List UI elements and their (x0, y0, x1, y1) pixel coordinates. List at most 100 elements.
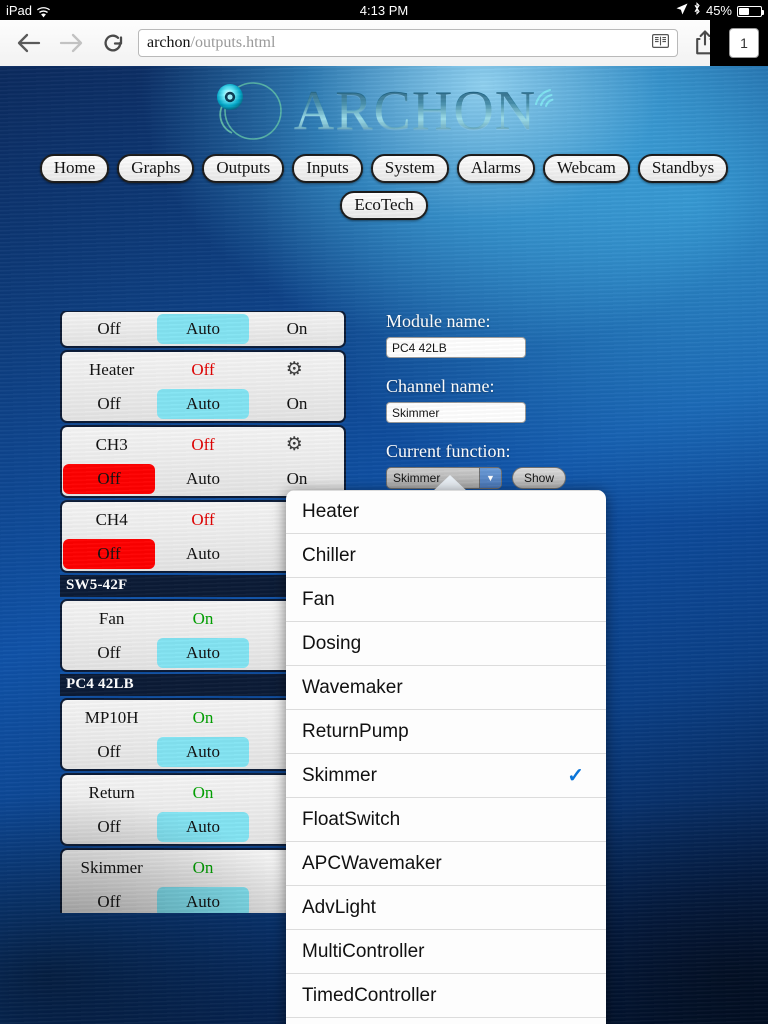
card-header: Heater Off ⚙ (62, 352, 344, 387)
toggle-off[interactable]: Off (63, 737, 155, 767)
address-bar[interactable]: archon /outputs.html (138, 29, 678, 57)
bluetooth-icon (693, 2, 701, 18)
nav-row-primary: Home Graphs Outputs Inputs System Alarms… (0, 154, 768, 183)
nav-item-standbys[interactable]: Standbys (637, 154, 729, 183)
channel-name: Fan (98, 608, 125, 628)
toggle-auto[interactable]: Auto (157, 539, 249, 569)
toggle-auto[interactable]: Auto (157, 887, 249, 913)
channel-name: CH3 (95, 434, 128, 454)
channel-state: On (192, 857, 214, 877)
output-card-partial: Off Auto On (60, 311, 346, 348)
dropdown-option-chiller[interactable]: Chiller (286, 534, 606, 578)
channel-settings-form: Module name: Channel name: Current funct… (386, 311, 716, 489)
option-label: Fan (302, 588, 335, 610)
channel-state: On (192, 782, 214, 802)
nav-item-ecotech[interactable]: EcoTech (340, 191, 428, 220)
channel-name-label: Channel name: (386, 376, 495, 396)
option-label: Chiller (302, 544, 356, 566)
dropdown-option-heater[interactable]: Heater (286, 490, 606, 534)
option-label: FloatSwitch (302, 808, 401, 830)
option-label: Dosing (302, 632, 362, 654)
location-arrow-icon (676, 3, 688, 18)
dropdown-option-apcwavemaker[interactable]: APCWavemaker (286, 842, 606, 886)
nav-item-graphs[interactable]: Graphs (117, 154, 195, 183)
ios-status-bar: iPad 4:13 PM 45% (0, 0, 768, 20)
channel-state: Off (191, 359, 215, 379)
main-nav: Home Graphs Outputs Inputs System Alarms… (0, 154, 768, 228)
function-dropdown-popover: Heater Chiller Fan Dosing Wavemaker Retu… (286, 490, 606, 1024)
nav-row-secondary: EcoTech (0, 191, 768, 220)
nav-item-system[interactable]: System (370, 154, 449, 183)
dropdown-option-mlc[interactable]: MLC (286, 1018, 606, 1024)
toggle-off[interactable]: Off (63, 812, 155, 842)
dropdown-option-advlight[interactable]: AdvLight (286, 886, 606, 930)
channel-name: Skimmer (80, 857, 143, 877)
channel-name: Heater (89, 359, 135, 379)
toggle-on[interactable]: On (251, 389, 343, 419)
show-button[interactable]: Show (512, 467, 567, 489)
option-label: Skimmer (302, 764, 377, 786)
reload-button[interactable] (92, 22, 134, 64)
toggle-off[interactable]: Off (63, 389, 155, 419)
module-name-input[interactable] (386, 337, 526, 358)
ipad-safari-screenshot: iPad 4:13 PM 45% archon /outputs.html 1 … (0, 0, 768, 1024)
reader-view-icon[interactable] (652, 33, 670, 53)
toggle-group: Off Auto On (62, 387, 344, 421)
channel-name: CH4 (95, 509, 128, 529)
module-name-label: Module name: (386, 311, 491, 331)
nav-item-webcam[interactable]: Webcam (542, 154, 630, 183)
archon-page: ARCHON Home Graphs Outputs Inputs System… (0, 66, 768, 1024)
signal-waves-icon (532, 82, 560, 113)
tab-count-badge[interactable]: 1 (729, 28, 759, 58)
dropdown-option-fan[interactable]: Fan (286, 578, 606, 622)
toggle-auto[interactable]: Auto (157, 638, 249, 668)
gear-icon[interactable]: ⚙ (249, 360, 340, 379)
toggle-off[interactable]: Off (63, 314, 155, 344)
dropdown-option-dosing[interactable]: Dosing (286, 622, 606, 666)
nav-item-home[interactable]: Home (39, 154, 110, 183)
gear-icon[interactable]: ⚙ (249, 435, 340, 454)
battery-icon (737, 5, 764, 17)
channel-state: On (192, 608, 214, 628)
nav-item-inputs[interactable]: Inputs (292, 154, 363, 183)
toggle-off[interactable]: Off (63, 638, 155, 668)
tab-well: 1 (710, 20, 768, 66)
toggle-off[interactable]: Off (63, 539, 155, 569)
chevron-down-icon: ▼ (479, 468, 501, 488)
toggle-off[interactable]: Off (63, 464, 155, 494)
option-label: APCWavemaker (302, 852, 442, 874)
forward-button[interactable] (50, 22, 92, 64)
dropdown-option-skimmer[interactable]: Skimmer ✓ (286, 754, 606, 798)
dropdown-option-wavemaker[interactable]: Wavemaker (286, 666, 606, 710)
toggle-auto[interactable]: Auto (157, 314, 249, 344)
option-label: Wavemaker (302, 676, 403, 698)
channel-name: MP10H (84, 707, 139, 727)
toggle-auto[interactable]: Auto (157, 464, 249, 494)
option-label: ReturnPump (302, 720, 409, 742)
dropdown-option-multicontroller[interactable]: MultiController (286, 930, 606, 974)
option-label: TimedController (302, 984, 437, 1006)
toggle-auto[interactable]: Auto (157, 389, 249, 419)
battery-percent: 45% (705, 2, 732, 18)
status-right: 45% (676, 2, 764, 18)
channel-name-input[interactable] (386, 402, 526, 423)
toggle-group: Off Auto On (62, 312, 344, 346)
clock: 4:13 PM (359, 2, 409, 18)
toggle-auto[interactable]: Auto (157, 737, 249, 767)
output-card-ch3: CH3 Off ⚙ Off Auto On (60, 425, 346, 498)
nav-item-alarms[interactable]: Alarms (456, 154, 535, 183)
dropdown-option-floatswitch[interactable]: FloatSwitch (286, 798, 606, 842)
site-logo: ARCHON (0, 66, 768, 156)
current-function-label: Current function: (386, 441, 511, 461)
channel-name: Return (88, 782, 135, 802)
archon-circle-logo-icon (208, 77, 292, 145)
dropdown-option-returnpump[interactable]: ReturnPump (286, 710, 606, 754)
output-card-heater: Heater Off ⚙ Off Auto On (60, 350, 346, 423)
dropdown-option-timedcontroller[interactable]: TimedController (286, 974, 606, 1018)
logo-wordmark: ARCHON (293, 80, 537, 142)
back-button[interactable] (8, 22, 50, 64)
toggle-auto[interactable]: Auto (157, 812, 249, 842)
toggle-off[interactable]: Off (63, 887, 155, 913)
nav-item-outputs[interactable]: Outputs (202, 154, 285, 183)
toggle-on[interactable]: On (251, 314, 343, 344)
